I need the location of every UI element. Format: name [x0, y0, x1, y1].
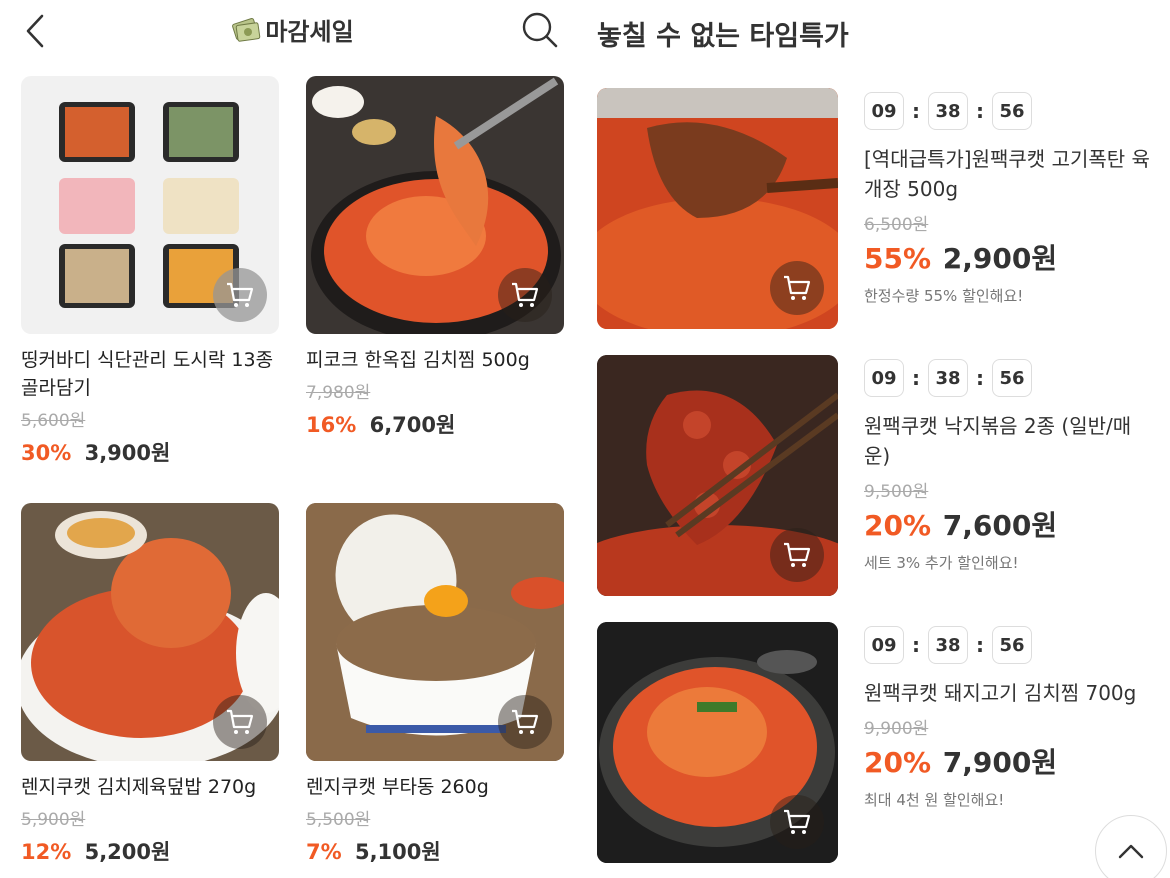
- timer-separator: :: [912, 366, 920, 390]
- countdown-timer: 09 : 38 : 56: [864, 626, 1154, 664]
- timer-hours: 09: [864, 359, 904, 397]
- countdown-timer: 09 : 38 : 56: [864, 359, 1154, 397]
- scroll-to-top-button[interactable]: [1095, 815, 1167, 878]
- cart-icon: [784, 542, 811, 567]
- cart-icon: [784, 275, 811, 300]
- page-title-text: 마감세일: [265, 18, 354, 46]
- sale-price: 7,900원: [942, 746, 1058, 779]
- original-price: 9,500원: [864, 482, 929, 502]
- original-price: 7,980원: [306, 383, 371, 403]
- add-to-cart-button[interactable]: [213, 268, 267, 322]
- time-deal-item[interactable]: 09 : 38 : 56 원팩쿠캣 돼지고기 김치찜 700g 9,900원 2…: [597, 622, 1157, 864]
- product-card[interactable]: 렌지쿠캣 김치제육덮밥 270g 5,900원 12% 5,200원: [21, 503, 279, 866]
- product-card[interactable]: 렌지쿠캣 부타동 260g 5,500원 7% 5,100원: [306, 503, 564, 866]
- product-image: [597, 355, 838, 596]
- cart-icon: [512, 709, 539, 734]
- timer-separator: :: [976, 633, 984, 657]
- add-to-cart-button[interactable]: [770, 795, 824, 849]
- sale-price: 5,200원: [84, 840, 171, 864]
- countdown-timer: 09 : 38 : 56: [864, 92, 1154, 130]
- timer-separator: :: [912, 99, 920, 123]
- closing-sale-panel: 마감세일 띵커바디 식단관리 도시락 13종 골라담기 5,600원 30% 3…: [0, 0, 585, 878]
- top-bar: 마감세일: [0, 0, 585, 62]
- add-to-cart-button[interactable]: [770, 261, 824, 315]
- discount-rate: 30%: [21, 441, 72, 465]
- discount-rate: 16%: [306, 413, 357, 437]
- promo-note: 한정수량 55% 할인해요!: [864, 287, 1024, 305]
- product-name: 렌지쿠캣 부타동 260g: [306, 776, 489, 798]
- original-price: 5,600원: [21, 411, 86, 431]
- timer-minutes: 38: [928, 359, 968, 397]
- product-name: 띵커바디 식단관리 도시락 13종 골라담기: [21, 349, 274, 399]
- add-to-cart-button[interactable]: [498, 695, 552, 749]
- timer-seconds: 56: [992, 92, 1032, 130]
- product-image: [306, 503, 564, 761]
- timer-hours: 09: [864, 626, 904, 664]
- original-price: 5,500원: [306, 810, 371, 830]
- sale-price: 5,100원: [354, 840, 441, 864]
- product-name: 렌지쿠캣 김치제육덮밥 270g: [21, 776, 257, 798]
- product-image: [597, 88, 838, 329]
- cart-icon: [512, 282, 539, 307]
- product-card[interactable]: 피코크 한옥집 김치찜 500g 7,980원 16% 6,700원: [306, 76, 564, 439]
- product-image: [306, 76, 564, 334]
- timer-minutes: 38: [928, 92, 968, 130]
- discount-rate: 20%: [864, 746, 932, 779]
- search-icon: [522, 12, 558, 48]
- product-card[interactable]: 띵커바디 식단관리 도시락 13종 골라담기 5,600원 30% 3,900원: [21, 76, 279, 467]
- sale-price: 6,700원: [369, 413, 456, 437]
- product-image: [21, 503, 279, 761]
- sale-price: 2,900원: [942, 242, 1058, 275]
- time-deal-panel: 놓칠 수 없는 타임특가 09 : 38 : 56 [역대급특가]원팩쿠캣 고기…: [585, 0, 1170, 878]
- timer-seconds: 56: [992, 626, 1032, 664]
- timer-separator: :: [912, 633, 920, 657]
- section-title: 놓칠 수 없는 타임특가: [597, 21, 849, 52]
- timer-hours: 09: [864, 92, 904, 130]
- product-name: 피코크 한옥집 김치찜 500g: [306, 349, 530, 371]
- original-price: 9,900원: [864, 719, 929, 739]
- discount-rate: 55%: [864, 242, 932, 275]
- time-deal-item[interactable]: 09 : 38 : 56 [역대급특가]원팩쿠캣 고기폭탄 육개장 500g 6…: [597, 88, 1157, 330]
- sale-price: 3,900원: [84, 441, 171, 465]
- original-price: 6,500원: [864, 215, 929, 235]
- product-image: [21, 76, 279, 334]
- cart-icon: [227, 709, 254, 734]
- money-icon: [232, 17, 261, 42]
- timer-separator: :: [976, 366, 984, 390]
- chevron-up-icon: [1118, 844, 1144, 859]
- timer-separator: :: [976, 99, 984, 123]
- cart-icon: [784, 809, 811, 834]
- original-price: 5,900원: [21, 810, 86, 830]
- page-title: 마감세일: [231, 12, 354, 47]
- product-name: 원팩쿠캣 낙지볶음 2종 (일반/매운): [864, 414, 1132, 468]
- discount-rate: 20%: [864, 509, 932, 542]
- promo-note: 세트 3% 추가 할인해요!: [864, 554, 1019, 572]
- discount-rate: 7%: [306, 840, 342, 864]
- sale-price: 7,600원: [942, 509, 1058, 542]
- product-name: [역대급특가]원팩쿠캣 고기폭탄 육개장 500g: [864, 147, 1150, 201]
- time-deal-item[interactable]: 09 : 38 : 56 원팩쿠캣 낙지볶음 2종 (일반/매운) 9,500원…: [597, 355, 1157, 597]
- timer-minutes: 38: [928, 626, 968, 664]
- add-to-cart-button[interactable]: [498, 268, 552, 322]
- timer-seconds: 56: [992, 359, 1032, 397]
- cart-icon: [227, 282, 254, 307]
- discount-rate: 12%: [21, 840, 72, 864]
- product-name: 원팩쿠캣 돼지고기 김치찜 700g: [864, 681, 1137, 705]
- promo-note: 최대 4천 원 할인해요!: [864, 791, 1005, 809]
- product-image: [597, 622, 838, 863]
- add-to-cart-button[interactable]: [770, 528, 824, 582]
- add-to-cart-button[interactable]: [213, 695, 267, 749]
- search-button[interactable]: [520, 10, 560, 50]
